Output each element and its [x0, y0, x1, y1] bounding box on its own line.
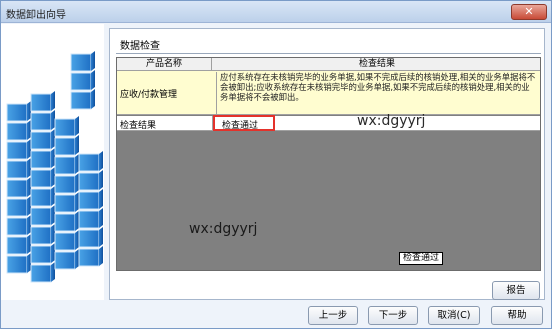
- cell-result: 应付系统存在未核销完毕的业务单据,如果不完成后续的核销处理,相关的业务单据将不会…: [216, 72, 538, 114]
- wizard-window: 数据卸出向导 ✕ 数据检查 产品名称 检查结果 应收/付款管理 应付系统存在未核…: [0, 0, 552, 329]
- section-title: 数据检查: [120, 41, 160, 52]
- watermark: wx:dgyyrj: [189, 221, 258, 237]
- cancel-button[interactable]: 取消(C): [428, 306, 480, 325]
- window-title: 数据卸出向导: [6, 10, 66, 21]
- content-panel: 数据检查 产品名称 检查结果 应收/付款管理 应付系统存在未核销完毕的业务单据,…: [109, 28, 545, 300]
- column-header-result[interactable]: 检查结果: [212, 58, 540, 71]
- cell-product: 检查结果: [120, 121, 157, 131]
- divider: [116, 53, 541, 54]
- cube-stack-illustration: [6, 51, 103, 283]
- table-row[interactable]: 应收/付款管理 应付系统存在未核销完毕的业务单据,如果不完成后续的核销处理,相关…: [117, 71, 540, 115]
- grid-header: 产品名称 检查结果: [117, 58, 540, 71]
- title-bar[interactable]: 数据卸出向导 ✕: [1, 1, 551, 23]
- close-icon: ✕: [524, 5, 534, 18]
- report-button[interactable]: 报告: [492, 281, 540, 300]
- table-row[interactable]: 检查结果 检查通过: [117, 115, 540, 131]
- check-result-grid[interactable]: 产品名称 检查结果 应收/付款管理 应付系统存在未核销完毕的业务单据,如果不完成…: [116, 57, 541, 271]
- tooltip: 检查通过: [399, 252, 444, 265]
- column-header-product[interactable]: 产品名称: [117, 58, 212, 71]
- result-pass-text: 检查通过: [222, 121, 259, 131]
- watermark: wx:dgyyrj: [357, 113, 426, 129]
- close-button[interactable]: ✕: [511, 4, 547, 20]
- next-button[interactable]: 下一步: [368, 306, 418, 325]
- wizard-graphic: [1, 24, 104, 300]
- prev-button[interactable]: 上一步: [308, 306, 358, 325]
- cell-product: 应收/付款管理: [120, 90, 178, 100]
- highlighted-result-box: 检查通过: [213, 115, 275, 131]
- help-button[interactable]: 帮助: [491, 306, 543, 325]
